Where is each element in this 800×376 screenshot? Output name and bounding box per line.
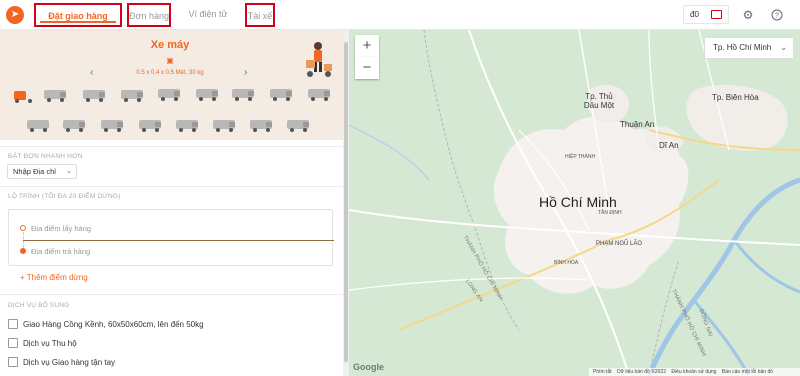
- divider: [0, 294, 343, 295]
- top-header: ➤ Đặt giao hàng Đơn hàng Ví điện tử Tài …: [0, 0, 800, 30]
- zoom-out-button[interactable]: −: [355, 57, 379, 79]
- vehicle-option[interactable]: [121, 89, 145, 102]
- map-label-binh-hoa: BÌNH HÒA: [554, 260, 579, 266]
- checkbox[interactable]: [8, 357, 18, 367]
- divider: [0, 186, 343, 187]
- vehicle-option[interactable]: [101, 119, 125, 132]
- pickup-underline: [23, 240, 334, 241]
- service-option-cod[interactable]: Dịch vụ Thu hộ: [8, 338, 77, 348]
- map-report-link[interactable]: Báo cáo một lỗi bản đồ: [722, 369, 773, 375]
- wallet-balance: đ0: [690, 10, 699, 19]
- vehicle-option[interactable]: [213, 119, 237, 132]
- pickup-dot-icon: [20, 225, 26, 231]
- dropoff-input[interactable]: Địa điểm trả hàng: [31, 247, 90, 256]
- route-label: LỘ TRÌNH (TỐI ĐA 20 ĐIỂM DỪNG): [8, 193, 121, 200]
- help-icon[interactable]: ?: [767, 5, 787, 25]
- map-terms-link[interactable]: Điều khoản sử dụng: [671, 369, 716, 375]
- quick-order-label: ĐẶT ĐƠN NHANH HƠN: [8, 153, 83, 160]
- route-box: Địa điểm lấy hàng Địa điểm trả hàng: [8, 209, 334, 266]
- map-label-tan-dinh: TÂN ĐỊNH: [598, 210, 622, 216]
- zoom-in-button[interactable]: +: [355, 35, 379, 57]
- checkbox[interactable]: [8, 338, 18, 348]
- vehicle-option[interactable]: [83, 89, 107, 102]
- vehicle-option-motorbike[interactable]: [12, 90, 36, 103]
- service-option-bulky[interactable]: Giao Hàng Cồng Kềnh, 60x50x60cm, lên đến…: [8, 319, 204, 329]
- vehicle-option[interactable]: [158, 88, 182, 101]
- map-shortcuts-link[interactable]: Phím tắt: [593, 369, 612, 375]
- map-label-thu-dau-mot: Tp. Thủ Dầu Một: [583, 92, 615, 110]
- vehicle-option[interactable]: [44, 89, 68, 102]
- chevron-down-icon: ⌄: [780, 43, 787, 52]
- map-label-di-an: Dĩ An: [659, 141, 679, 150]
- map-label-hcm: Hồ Chí Minh: [539, 194, 617, 210]
- add-stop-button[interactable]: + Thêm điểm dừng: [20, 273, 88, 282]
- next-vehicle-chevron-icon[interactable]: ›: [244, 67, 247, 78]
- map-label-thuan-an: Thuận An: [620, 120, 655, 129]
- vehicle-option[interactable]: [63, 119, 87, 132]
- package-icon: ▣: [166, 56, 174, 65]
- tab-place-delivery[interactable]: Đặt giao hàng: [34, 3, 122, 27]
- app-logo-icon[interactable]: ➤: [6, 6, 24, 24]
- pickup-input[interactable]: Địa điểm lấy hàng: [31, 224, 91, 233]
- vehicle-option[interactable]: [250, 119, 274, 132]
- divider: [0, 146, 343, 147]
- service-label: Dịch vụ Thu hộ: [23, 339, 77, 348]
- vehicle-option[interactable]: [196, 88, 220, 101]
- city-value: Tp. Hồ Chí Minh: [713, 43, 772, 52]
- selected-vehicle-title: Xe máy: [150, 39, 190, 51]
- settings-gear-icon[interactable]: ⚙: [738, 5, 758, 25]
- vehicle-option[interactable]: [139, 119, 163, 132]
- service-label: Dịch vụ Giao hàng tận tay: [23, 358, 116, 367]
- service-label: Giao Hàng Cồng Kềnh, 60x50x60cm, lên đến…: [23, 320, 204, 329]
- map-label-bien-hoa: Tp. Biên Hòa: [712, 93, 759, 102]
- scrollbar-thumb[interactable]: [344, 42, 348, 362]
- saved-address-dropdown[interactable]: Nhập Địa chỉ ⌄: [7, 164, 77, 179]
- service-option-hand-delivery[interactable]: Dịch vụ Giao hàng tận tay: [8, 357, 115, 367]
- vehicle-option[interactable]: [308, 88, 332, 101]
- vehicle-dimensions: 0.5 x 0.4 x 0.5 Mét, 30 kg: [136, 70, 204, 76]
- prev-vehicle-chevron-icon[interactable]: ‹: [90, 67, 93, 78]
- google-logo: Google: [353, 362, 384, 372]
- vehicle-option[interactable]: [176, 119, 200, 132]
- wallet-balance-button[interactable]: đ0: [683, 5, 729, 24]
- map-view[interactable]: + − Tp. Hồ Chí Minh ⌄ Hồ Chí Minh Tp. Th…: [349, 30, 800, 376]
- saved-address-value: Nhập Địa chỉ: [13, 167, 56, 176]
- tab-orders[interactable]: Đơn hàng: [127, 3, 171, 27]
- vehicle-option[interactable]: [232, 88, 256, 101]
- checkbox[interactable]: [8, 319, 18, 329]
- vehicle-option[interactable]: [270, 88, 294, 101]
- tab-e-wallet[interactable]: Ví điện tử: [186, 3, 230, 27]
- city-dropdown[interactable]: Tp. Hồ Chí Minh ⌄: [704, 37, 794, 59]
- vehicle-option[interactable]: [27, 119, 51, 132]
- svg-text:?: ?: [775, 13, 779, 20]
- map-data-credit: Dữ liệu bản đồ ©2022: [617, 369, 667, 375]
- vehicle-selector: Xe máy ▣ 0.5 x 0.4 x 0.5 Mét, 30 kg ‹ ›: [0, 30, 343, 140]
- map-label-pham-ngu-lao: PHẠM NGŨ LÃO: [596, 241, 643, 247]
- map-label-hiep-thanh: HIỆP THÀNH: [565, 154, 596, 160]
- wallet-icon: [711, 10, 722, 19]
- courier-illustration: [306, 42, 332, 77]
- dropoff-dot-icon: [20, 248, 26, 254]
- map-footer: Phím tắt Dữ liệu bản đồ ©2022 Điều khoản…: [589, 368, 800, 376]
- extra-services-label: DỊCH VỤ BỔ SUNG: [8, 302, 70, 309]
- vehicle-option[interactable]: [287, 119, 311, 132]
- chevron-down-icon: ⌄: [66, 168, 72, 175]
- tab-drivers[interactable]: Tài xế: [245, 3, 275, 27]
- order-form-panel: Xe máy ▣ 0.5 x 0.4 x 0.5 Mét, 30 kg ‹ ›: [0, 30, 343, 376]
